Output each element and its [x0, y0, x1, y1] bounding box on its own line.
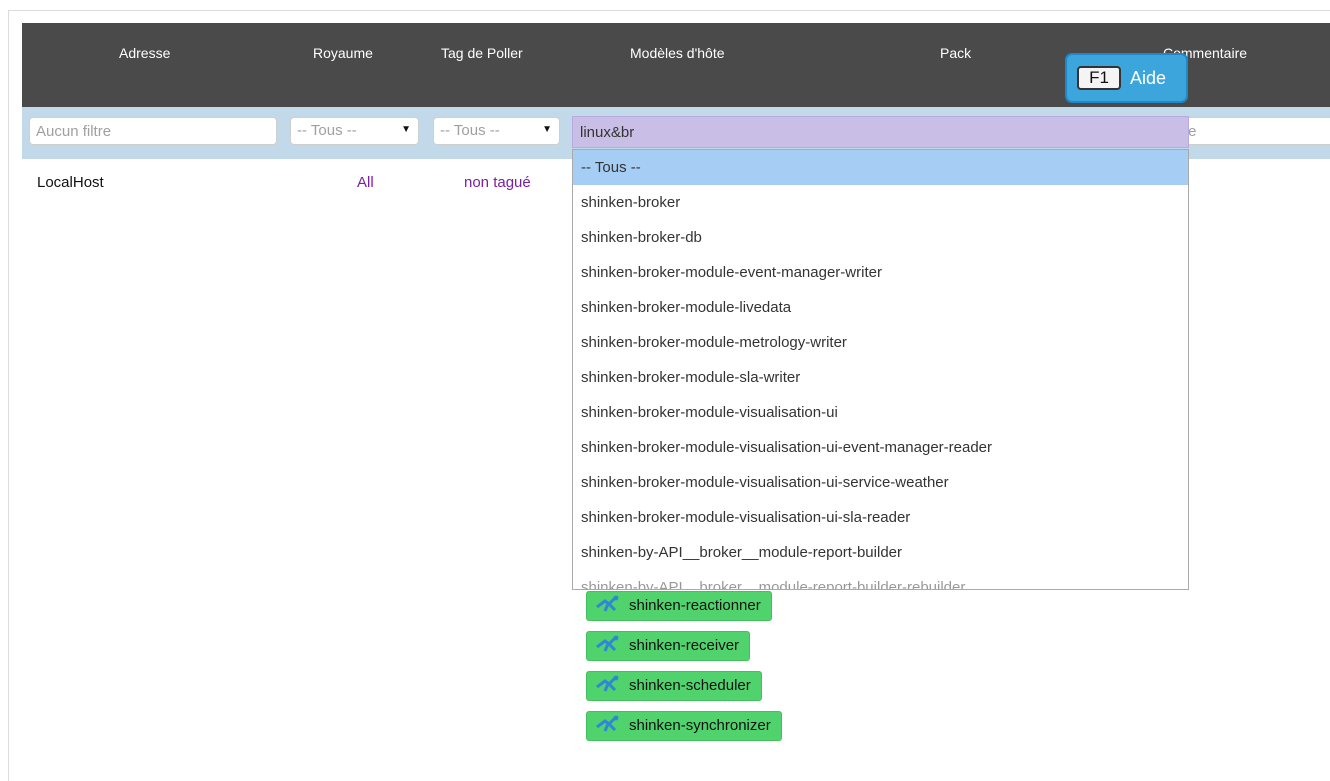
template-tag[interactable]: shinken-scheduler	[586, 671, 762, 701]
caret-down-icon: ▼	[401, 124, 411, 135]
template-tag-label: shinken-reactionner	[629, 597, 761, 614]
host-realm[interactable]: All	[357, 174, 374, 191]
realm-filter-value: -- Tous --	[297, 122, 357, 139]
template-tag-label: shinken-synchronizer	[629, 717, 771, 734]
shinken-runner-icon	[596, 635, 619, 652]
host-poller-tag[interactable]: non tagué	[464, 174, 531, 191]
comment-filter-input[interactable]	[1172, 117, 1330, 145]
column-header-address[interactable]: Adresse	[119, 45, 170, 61]
poller-tag-filter-select[interactable]: -- Tous -- ▼	[433, 117, 560, 145]
dropdown-option[interactable]: shinken-broker-module-visualisation-ui-s…	[573, 465, 1188, 500]
column-header-poller-tag[interactable]: Tag de Poller	[441, 45, 523, 61]
dropdown-option[interactable]: shinken-by-API__broker__module-report-bu…	[573, 570, 1188, 589]
dropdown-option[interactable]: shinken-broker-db	[573, 220, 1188, 255]
host-template-filter-input[interactable]	[572, 116, 1189, 148]
column-header-host-templates[interactable]: Modèles d'hôte	[630, 45, 725, 61]
help-button[interactable]: F1 Aide	[1065, 53, 1188, 103]
dropdown-option[interactable]: shinken-broker-module-event-manager-writ…	[573, 255, 1188, 290]
dropdown-option[interactable]: shinken-broker-module-visualisation-ui	[573, 395, 1188, 430]
realm-filter-select[interactable]: -- Tous -- ▼	[290, 117, 419, 145]
template-tag[interactable]: shinken-reactionner	[586, 591, 772, 621]
template-tag[interactable]: shinken-receiver	[586, 631, 751, 661]
column-header-realm[interactable]: Royaume	[313, 45, 373, 61]
dropdown-option[interactable]: shinken-broker-module-sla-writer	[573, 360, 1188, 395]
dropdown-option[interactable]: shinken-broker-module-livedata	[573, 290, 1188, 325]
dropdown-option[interactable]: shinken-broker-module-visualisation-ui-e…	[573, 430, 1188, 465]
host-template-dropdown: -- Tous -- shinken-broker shinken-broker…	[572, 149, 1189, 590]
poller-tag-filter-value: -- Tous --	[440, 122, 500, 139]
shinken-runner-icon	[596, 595, 619, 612]
dropdown-option[interactable]: shinken-broker	[573, 185, 1188, 220]
host-name[interactable]: LocalHost	[37, 174, 104, 191]
shinken-runner-icon	[596, 715, 619, 732]
dropdown-option[interactable]: shinken-by-API__broker__module-report-bu…	[573, 535, 1188, 570]
dropdown-option[interactable]: shinken-broker-module-metrology-writer	[573, 325, 1188, 360]
shinken-runner-icon	[596, 675, 619, 692]
caret-down-icon: ▼	[542, 124, 552, 135]
dropdown-option[interactable]: -- Tous --	[573, 150, 1188, 185]
template-tag-label: shinken-receiver	[629, 637, 740, 654]
template-tag[interactable]: shinken-synchronizer	[586, 711, 782, 741]
dropdown-option[interactable]: shinken-broker-module-visualisation-ui-s…	[573, 500, 1188, 535]
column-header-pack[interactable]: Pack	[940, 45, 971, 61]
help-label: Aide	[1130, 68, 1167, 88]
address-filter-input[interactable]	[29, 117, 277, 145]
f1-key-icon: F1	[1077, 66, 1121, 90]
template-tag-label: shinken-scheduler	[629, 677, 751, 694]
